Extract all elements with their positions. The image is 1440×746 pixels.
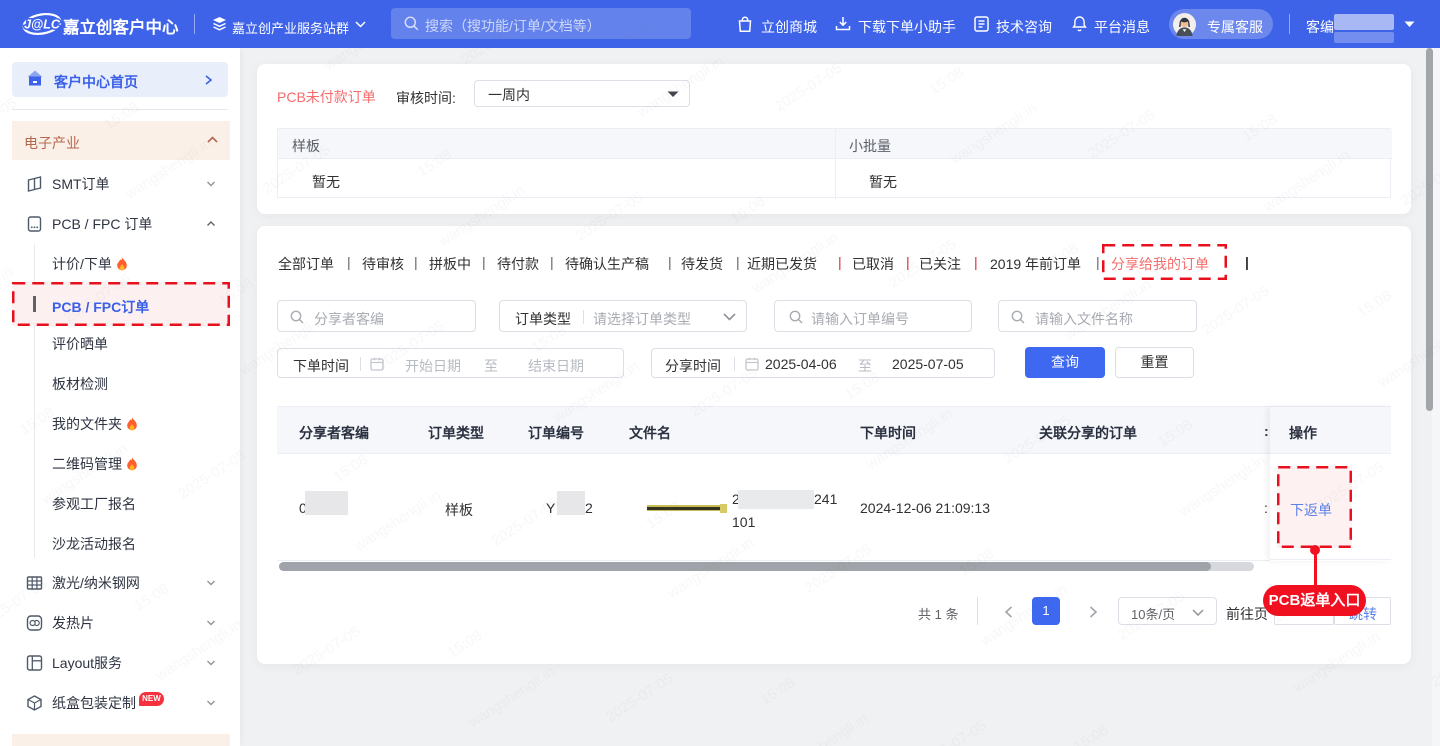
svg-text:J@LC: J@LC: [24, 18, 61, 32]
